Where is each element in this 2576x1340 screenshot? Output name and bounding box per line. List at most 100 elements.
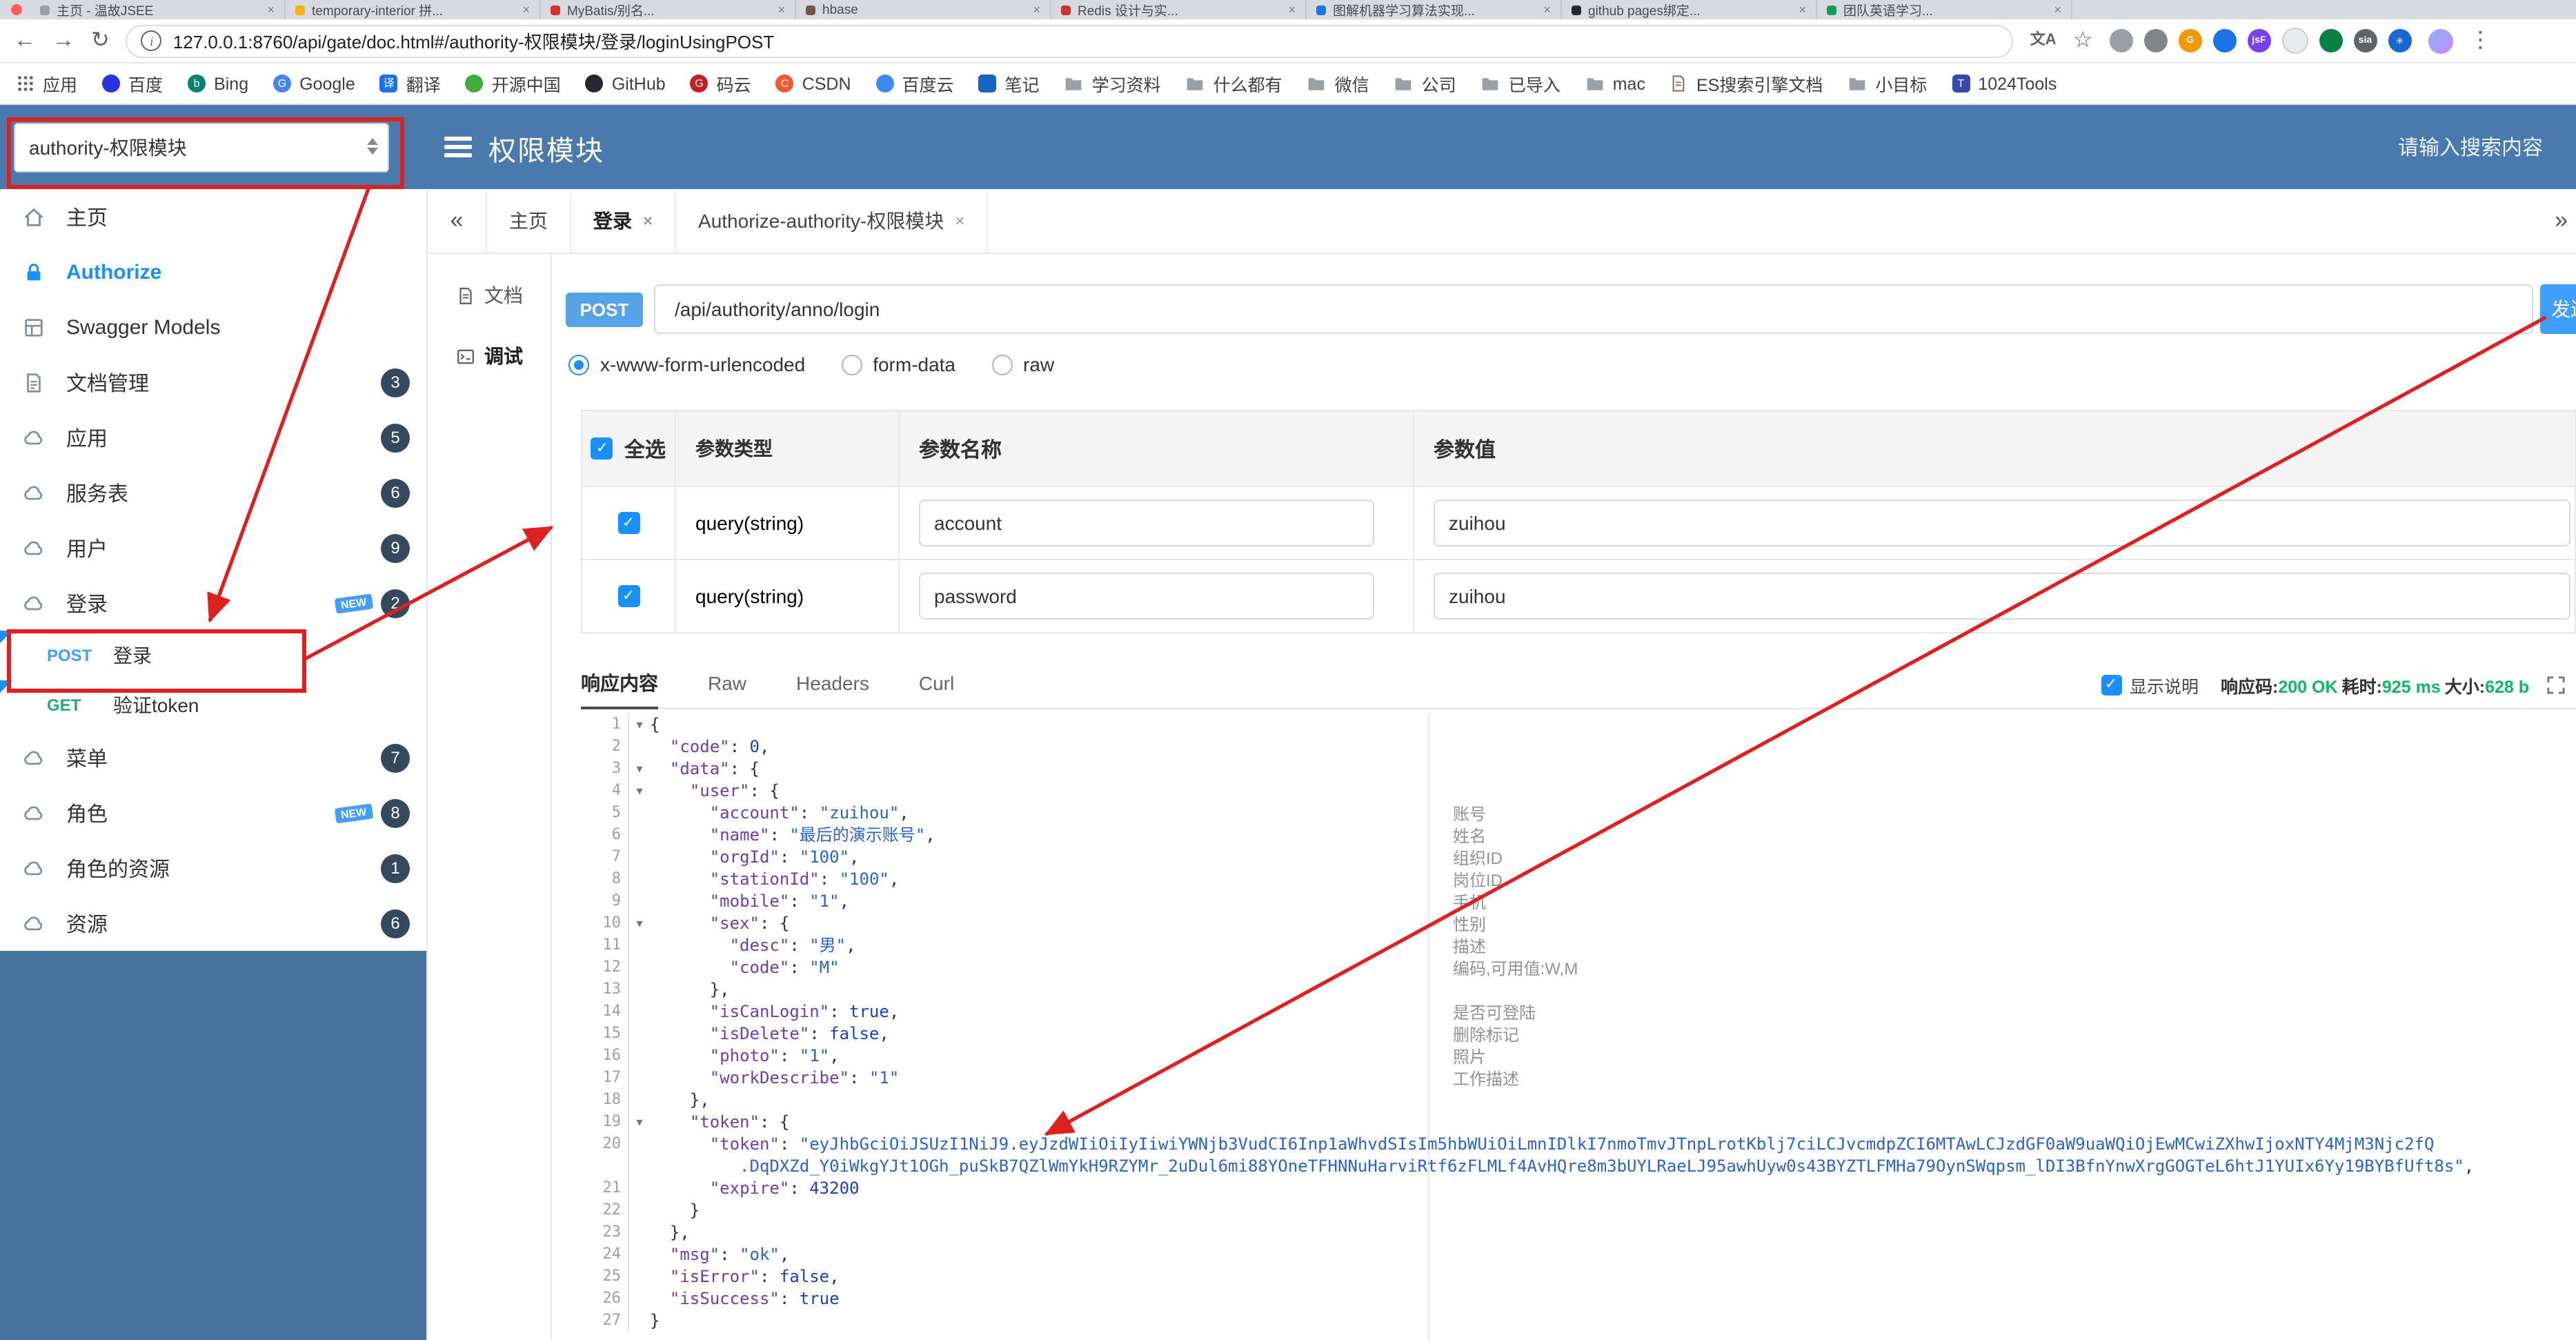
response-tab-0[interactable]: 响应内容 — [581, 659, 658, 709]
bookmark-item[interactable]: 百度云 — [875, 70, 954, 97]
browser-window-tab[interactable]: 团队英语学习... × — [1817, 0, 2072, 19]
browser-window-tab[interactable]: hbase × — [796, 0, 1051, 19]
url-input[interactable]: i 127.0.0.1:8760/api/gate/doc.html#/auth… — [126, 24, 2014, 57]
param-checkbox[interactable]: ✓ — [617, 512, 640, 534]
bookmark-item[interactable]: 什么都有 — [1186, 70, 1282, 97]
response-tab-3[interactable]: Curl — [919, 659, 954, 709]
radio-icon[interactable] — [841, 354, 862, 375]
bookmark-item[interactable]: b Bing — [188, 74, 248, 93]
nav-debug[interactable]: 调试 — [428, 326, 551, 386]
content-tab-1[interactable]: 登录 × — [571, 189, 677, 253]
browser-window-tab[interactable]: Redis 设计与实... × — [1051, 0, 1307, 19]
body-type-option[interactable]: x-www-form-urlencoded — [568, 353, 805, 375]
param-name-input[interactable]: password — [919, 573, 1374, 620]
more-tabs-icon[interactable]: » — [2555, 189, 2568, 253]
radio-icon[interactable] — [991, 354, 1013, 375]
gray-extension-icon[interactable] — [2143, 29, 2168, 52]
fold-icon[interactable]: ▾ — [629, 912, 650, 934]
tab-close-icon[interactable]: × — [1288, 3, 1296, 17]
nav-doc[interactable]: 文档 — [428, 265, 551, 326]
bookmark-item[interactable]: 公司 — [1394, 70, 1456, 97]
bookmark-item[interactable]: ES搜索引擎文档 — [1670, 70, 1823, 97]
collapse-menu-icon[interactable]: « — [428, 189, 487, 253]
shield-extension-icon[interactable] — [2319, 29, 2343, 52]
profile-avatar[interactable] — [2428, 28, 2453, 53]
bookmark-item[interactable]: 笔记 — [978, 70, 1040, 97]
tab-close-icon[interactable]: × — [955, 211, 964, 230]
tab-close-icon[interactable]: × — [267, 3, 275, 17]
response-tab-1[interactable]: Raw — [708, 659, 746, 709]
sidebar-item-docs[interactable]: 文档管理 3 — [0, 355, 426, 410]
browser-window-tab[interactable]: MyBatis/别名... × — [541, 0, 796, 19]
sidebar-item-role-resource[interactable]: 角色的资源 1 — [0, 840, 426, 896]
sidebar-api-get-验证token[interactable]: GET 验证token — [0, 680, 426, 730]
browser-window-tab[interactable]: github pages绑定... × — [1562, 0, 1817, 19]
forward-icon[interactable]: → — [52, 29, 75, 52]
sidebar-api-post-登录[interactable]: POST 登录 — [0, 631, 426, 680]
tab-close-icon[interactable]: × — [777, 3, 785, 17]
back-icon[interactable]: ← — [14, 29, 36, 52]
show-desc-checkbox[interactable]: ✓ — [2101, 674, 2121, 695]
bookmark-item[interactable]: 学习资料 — [1064, 70, 1161, 97]
tab-close-icon[interactable]: × — [1033, 3, 1040, 17]
tab-close-icon[interactable]: × — [522, 3, 530, 17]
bookmark-item[interactable]: 已导入 — [1481, 70, 1561, 97]
param-checkbox[interactable]: ✓ — [617, 585, 640, 607]
screenshot-extension-icon[interactable] — [2109, 29, 2133, 52]
white-extension-icon[interactable] — [2281, 28, 2308, 54]
tab-close-icon[interactable]: × — [1543, 3, 1551, 17]
param-name-input[interactable]: account — [919, 500, 1374, 546]
select-all-checkbox[interactable]: ✓ — [591, 437, 613, 460]
fold-icon[interactable]: ▾ — [629, 758, 650, 780]
tab-close-icon[interactable]: × — [1799, 3, 1806, 17]
window-close-icon[interactable] — [11, 4, 22, 15]
sidebar-item-role[interactable]: 角色 NEW 8 — [0, 785, 426, 840]
sidebar-item-service[interactable]: 服务表 6 — [0, 465, 426, 520]
browser-menu-icon[interactable]: ⋮ — [2469, 29, 2491, 52]
send-button[interactable]: 发送 — [2540, 284, 2576, 334]
bookmark-item[interactable]: GitHub — [585, 74, 666, 93]
browser-window-tab[interactable]: 图解机器学习算法实现... × — [1307, 0, 1562, 19]
sia-extension-icon[interactable]: sia — [2353, 29, 2377, 52]
bookmark-item[interactable]: 译翻译 — [379, 70, 441, 97]
content-tab-0[interactable]: 主页 — [487, 189, 571, 253]
bookmark-item[interactable]: mac — [1585, 74, 1645, 93]
bookmark-item[interactable]: 开源中国 — [465, 70, 561, 97]
body-type-option[interactable]: raw — [991, 353, 1054, 375]
bookmark-item[interactable]: 小目标 — [1847, 70, 1927, 97]
bookmark-item[interactable]: G Google — [273, 74, 355, 93]
response-tab-2[interactable]: Headers — [796, 659, 869, 709]
browser-window-tab[interactable]: temporary-interior 拼... × — [286, 0, 541, 19]
fold-icon[interactable]: ▾ — [629, 713, 650, 736]
header-search-input[interactable]: 请输入搜索内容 — [2398, 132, 2543, 161]
blue-extension-icon[interactable] — [2212, 29, 2237, 52]
param-value-input[interactable]: zuihou — [1434, 500, 2570, 546]
request-path-input[interactable]: /api/authority/anno/login — [654, 284, 2533, 334]
browser-window-tab[interactable]: 主页 - 温故JSEE × — [30, 0, 286, 19]
sidebar-item-home[interactable]: 主页 — [0, 189, 426, 244]
bookmark-item[interactable]: G 码云 — [690, 70, 751, 97]
sidebar-item-resource[interactable]: 资源 6 — [0, 896, 426, 951]
orange-g-extension-icon[interactable]: G — [2178, 29, 2202, 52]
asterisk-extension-icon[interactable]: ✳ — [2388, 29, 2412, 52]
param-value-input[interactable]: zuihou — [1434, 573, 2570, 620]
bookmark-item[interactable]: 微信 — [1307, 70, 1369, 97]
jsf-extension-icon[interactable]: jsF — [2247, 29, 2271, 52]
sidebar-item-authorize[interactable]: Authorize — [0, 244, 426, 299]
fold-icon[interactable]: ▾ — [629, 780, 650, 802]
sidebar-item-application[interactable]: 应用 5 — [0, 410, 426, 465]
bookmark-star-icon[interactable]: ☆ — [2073, 29, 2093, 52]
tab-close-icon[interactable]: × — [2054, 3, 2061, 17]
bookmark-item[interactable]: C CSDN — [775, 74, 851, 93]
bookmark-item[interactable]: 应用 — [17, 70, 77, 97]
expand-icon[interactable] — [2547, 676, 2565, 693]
content-tab-2[interactable]: Authorize-authority-权限模块 × — [676, 189, 989, 253]
menu-toggle-icon[interactable] — [444, 137, 472, 157]
sidebar-item-user[interactable]: 用户 9 — [0, 520, 426, 575]
body-type-option[interactable]: form-data — [841, 353, 955, 375]
sidebar-item-menu[interactable]: 菜单 7 — [0, 730, 426, 785]
reload-icon[interactable]: ↻ — [91, 29, 110, 52]
tab-close-icon[interactable]: × — [643, 211, 653, 230]
bookmark-item[interactable]: 百度 — [102, 70, 163, 97]
sidebar-item-swagger-models[interactable]: Swagger Models — [0, 299, 426, 355]
